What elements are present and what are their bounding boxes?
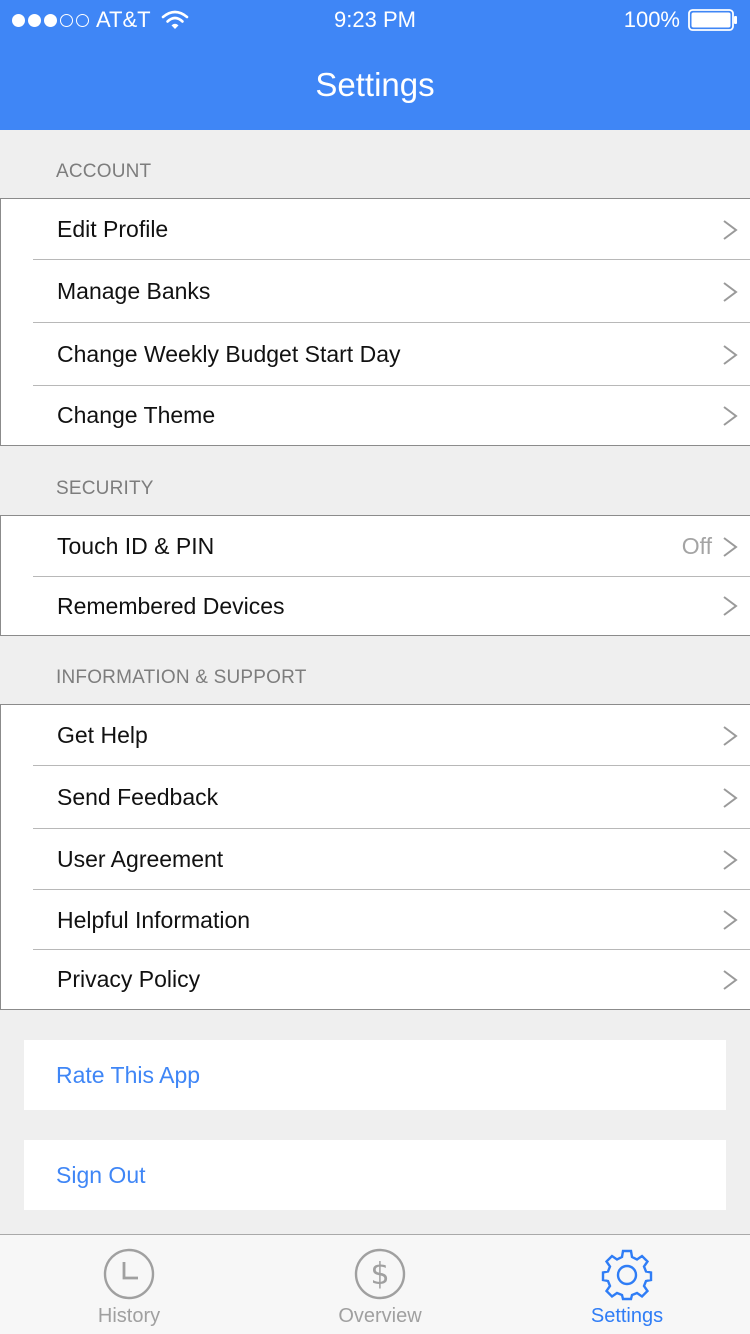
row-get-help[interactable]: Get Help [1, 705, 750, 766]
row-label: Privacy Policy [57, 966, 201, 992]
info-group: Get Help Send Feedback User Agreement He… [0, 704, 750, 1010]
battery-percentage: 100% [623, 7, 680, 32]
sign-out-button[interactable]: Sign Out [24, 1140, 726, 1210]
section-header-security: SECURITY [56, 478, 154, 499]
chevron-right-icon [723, 344, 738, 365]
section-header-info: INFORMATION & SUPPORT [56, 667, 307, 688]
sign-out-label: Sign Out [56, 1161, 146, 1188]
chevron-right-icon [723, 969, 738, 990]
row-label: Remembered Devices [57, 592, 285, 619]
security-group: Touch ID & PIN Off Remembered Devices [0, 515, 750, 636]
tab-settings[interactable]: Settings [502, 1235, 750, 1334]
row-change-theme[interactable]: Change Theme [1, 386, 750, 445]
tab-bar: History $ Overview Settings [0, 1234, 750, 1334]
page-title: Settings [315, 66, 435, 103]
row-edit-profile[interactable]: Edit Profile [1, 199, 750, 260]
battery-icon [688, 9, 737, 31]
chevron-right-icon [723, 910, 738, 930]
row-change-weekly-budget-start-day[interactable]: Change Weekly Budget Start Day [1, 323, 750, 386]
chevron-right-icon [723, 219, 738, 240]
tab-overview[interactable]: $ Overview [255, 1235, 505, 1334]
row-remembered-devices[interactable]: Remembered Devices [1, 577, 750, 635]
chevron-right-icon [723, 725, 738, 746]
clock-icon [103, 1248, 155, 1300]
row-manage-banks[interactable]: Manage Banks [1, 260, 750, 323]
chevron-right-icon [723, 849, 738, 870]
chevron-right-icon [723, 787, 738, 808]
row-label: Helpful Information [57, 906, 251, 933]
rate-app-label: Rate This App [56, 1061, 201, 1088]
touch-id-status: Off [681, 533, 712, 559]
row-label: Manage Banks [57, 278, 211, 304]
section-header-account: ACCOUNT [56, 161, 152, 182]
gear-icon [601, 1249, 653, 1301]
dollar-icon: $ [354, 1248, 406, 1300]
chevron-right-icon [723, 281, 738, 302]
row-label: Send Feedback [57, 784, 219, 810]
tab-label: Settings [590, 1305, 664, 1327]
row-privacy-policy[interactable]: Privacy Policy [1, 950, 750, 1009]
row-user-agreement[interactable]: User Agreement [1, 829, 750, 890]
tab-label: History [97, 1305, 161, 1327]
chevron-right-icon [723, 536, 738, 557]
row-send-feedback[interactable]: Send Feedback [1, 766, 750, 829]
row-label: Get Help [57, 722, 148, 748]
rate-app-button[interactable]: Rate This App [24, 1040, 726, 1110]
tab-history[interactable]: History [4, 1235, 254, 1334]
status-right: 100% [624, 7, 738, 33]
row-label: Change Weekly Budget Start Day [57, 341, 401, 367]
row-label: Edit Profile [57, 216, 169, 242]
row-label: Change Theme [57, 402, 216, 428]
account-group: Edit Profile Manage Banks Change Weekly … [0, 198, 750, 446]
chevron-right-icon [723, 405, 738, 426]
status-bar: AT&T 9:23 PM 100% [0, 0, 750, 40]
row-touch-id-pin[interactable]: Touch ID & PIN Off [1, 516, 750, 577]
tab-label: Overview [338, 1305, 422, 1327]
svg-text:$: $ [370, 1257, 389, 1292]
row-helpful-information[interactable]: Helpful Information [1, 890, 750, 950]
chevron-right-icon [723, 596, 738, 616]
nav-header: AT&T 9:23 PM 100% Settings [0, 0, 750, 130]
row-label: Touch ID & PIN [57, 533, 215, 559]
row-label: User Agreement [57, 846, 224, 872]
